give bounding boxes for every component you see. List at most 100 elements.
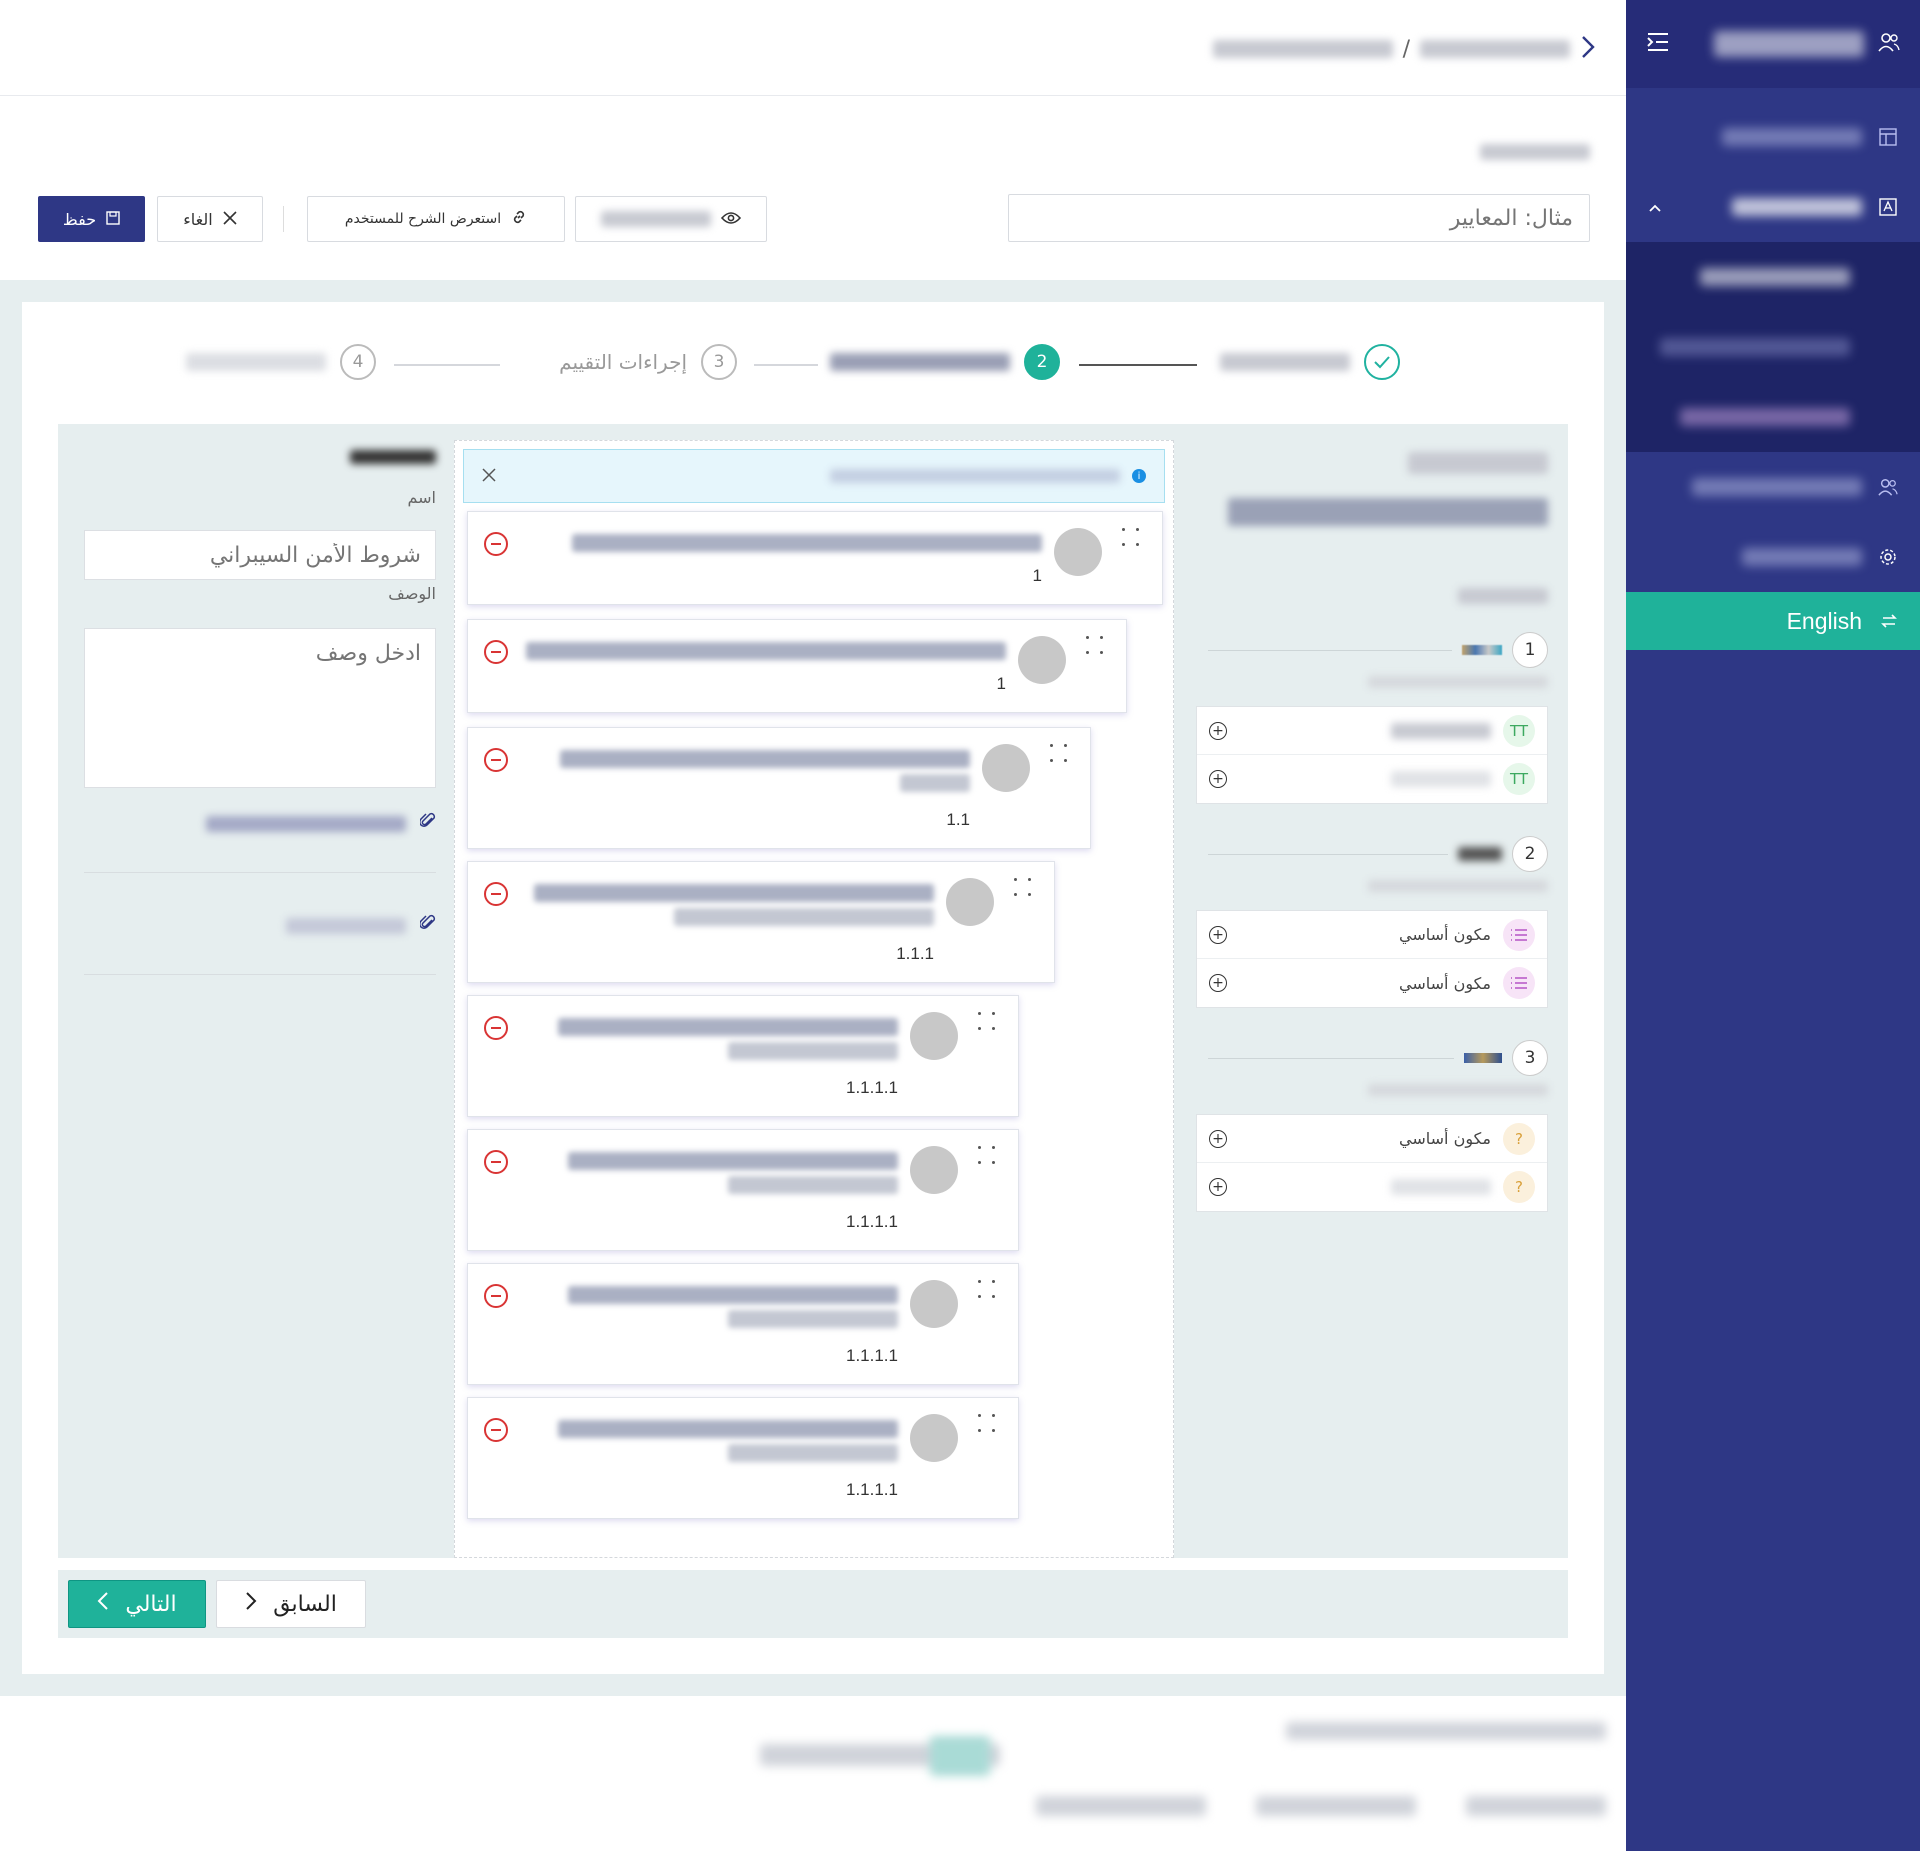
sidebar-item-users[interactable] xyxy=(1626,452,1920,522)
group-2-label xyxy=(1458,847,1502,861)
sidebar-item-dashboard[interactable] xyxy=(1626,102,1920,172)
add-icon[interactable]: + xyxy=(1209,770,1227,788)
close-icon[interactable] xyxy=(482,467,496,486)
palette-item[interactable]: مكون أساسي + xyxy=(1197,959,1547,1007)
sidebar-header xyxy=(1626,0,1920,88)
divider xyxy=(84,974,436,975)
palette-item[interactable]: TT + xyxy=(1197,755,1547,803)
criteria-number: 1.1.1.1 xyxy=(846,1480,898,1499)
group-2-hint xyxy=(1368,880,1548,892)
language-switch[interactable]: English xyxy=(1626,592,1920,650)
remove-icon[interactable] xyxy=(484,882,508,906)
footer-link[interactable] xyxy=(1256,1796,1416,1816)
description-label: الوصف xyxy=(388,584,436,603)
footer-link[interactable] xyxy=(1466,1796,1606,1816)
palette-heading xyxy=(1228,498,1548,526)
criteria-card[interactable]: 1 xyxy=(467,511,1163,605)
drag-handle-icon[interactable] xyxy=(978,1414,998,1438)
breadcrumb: / xyxy=(1212,34,1596,64)
question-type-icon: ? xyxy=(1503,1122,1535,1155)
list-type-icon xyxy=(1503,967,1535,999)
info-notice: i xyxy=(463,449,1165,503)
remove-icon[interactable] xyxy=(484,1016,508,1040)
chevron-right-icon[interactable] xyxy=(1580,34,1596,64)
criteria-card[interactable]: 1.1 xyxy=(467,727,1091,849)
remove-icon[interactable] xyxy=(484,1418,508,1442)
footer-link[interactable] xyxy=(1036,1796,1206,1816)
criteria-card-subtitle xyxy=(728,1176,898,1194)
next-button[interactable]: التالي xyxy=(68,1580,206,1628)
drag-handle-icon[interactable] xyxy=(1014,878,1034,902)
add-icon[interactable]: + xyxy=(1209,925,1227,944)
drag-handle-icon[interactable] xyxy=(1122,528,1142,552)
attachment-link-2[interactable] xyxy=(84,914,436,937)
drag-handle-icon[interactable] xyxy=(978,1280,998,1304)
save-button[interactable]: حفظ xyxy=(38,196,145,242)
step-1[interactable] xyxy=(1220,344,1400,380)
step-3[interactable]: 3 إجراءات التقييم xyxy=(559,344,737,380)
sidebar-item-forms[interactable] xyxy=(1626,172,1920,242)
sidebar-item-settings[interactable] xyxy=(1626,522,1920,592)
add-icon[interactable]: + xyxy=(1209,1178,1227,1196)
wizard-navigation: التالي السابق xyxy=(58,1570,1568,1638)
sidebar-subitem[interactable] xyxy=(1626,382,1920,452)
add-icon[interactable]: + xyxy=(1209,1129,1227,1148)
palette-group-3: 3 xyxy=(1208,1040,1548,1076)
criteria-card-title xyxy=(568,1286,898,1304)
remove-icon[interactable] xyxy=(484,640,508,664)
save-icon xyxy=(106,210,120,229)
add-icon[interactable]: + xyxy=(1209,721,1227,740)
preview-user-explanation-button[interactable]: استعرض الشرح للمستخدم xyxy=(307,196,565,242)
palette-item[interactable]: ? + xyxy=(1197,1163,1547,1211)
collapse-menu-icon[interactable] xyxy=(1646,32,1670,56)
criteria-card-title xyxy=(526,642,1006,660)
remove-icon[interactable] xyxy=(484,748,508,772)
preview-button[interactable] xyxy=(575,196,767,242)
criteria-card[interactable]: 1.1.1.1 xyxy=(467,1263,1019,1385)
palette-item[interactable]: TT + xyxy=(1197,707,1547,755)
criteria-card-title xyxy=(572,534,1042,552)
users-icon xyxy=(1878,32,1900,56)
drag-handle-icon[interactable] xyxy=(978,1012,998,1036)
criteria-card[interactable]: 1.1.1.1 xyxy=(467,1129,1019,1251)
palette-item[interactable]: مكون أساسي + xyxy=(1197,911,1547,959)
element-name-input[interactable] xyxy=(84,530,436,580)
remove-icon[interactable] xyxy=(484,1150,508,1174)
criteria-card[interactable]: 1.1.1.1 xyxy=(467,995,1019,1117)
step-3-label: إجراءات التقييم xyxy=(559,350,687,374)
group-number: 2 xyxy=(1512,836,1548,872)
footer xyxy=(0,1696,1626,1851)
element-description-input[interactable] xyxy=(84,628,436,788)
criteria-card[interactable]: 1.1.1 xyxy=(467,861,1055,983)
criteria-number: 1.1 xyxy=(946,810,970,829)
breadcrumb-item-parent[interactable] xyxy=(1420,40,1570,58)
attachment-link-1[interactable] xyxy=(84,812,436,835)
components-palette: 1 TT + TT + 2 مكون أساسي + مكون أساسي + … xyxy=(1188,424,1568,1558)
check-icon xyxy=(1364,344,1400,380)
remove-icon[interactable] xyxy=(484,1284,508,1308)
list-type-icon xyxy=(1503,918,1535,951)
drag-handle-icon[interactable] xyxy=(1086,636,1106,660)
drag-handle-icon[interactable] xyxy=(978,1146,998,1170)
cancel-button[interactable]: الغاء xyxy=(157,196,263,242)
group-divider xyxy=(1208,853,1448,855)
step-2[interactable]: 2 xyxy=(830,344,1060,380)
drag-handle-icon[interactable] xyxy=(1050,744,1070,768)
add-icon[interactable]: + xyxy=(1209,974,1227,992)
palette-item[interactable]: ? مكون أساسي + xyxy=(1197,1115,1547,1163)
criteria-card[interactable]: 1.1.1.1 xyxy=(467,1397,1019,1519)
criteria-number: 1 xyxy=(996,674,1006,693)
sidebar-subitem[interactable] xyxy=(1626,312,1920,382)
avatar xyxy=(982,744,1030,792)
element-properties-panel: اسم الوصف xyxy=(58,424,438,1558)
group-3-label xyxy=(1464,1053,1502,1063)
template-name-input[interactable] xyxy=(1008,194,1590,242)
step-4[interactable]: 4 xyxy=(186,344,376,380)
remove-icon[interactable] xyxy=(484,532,508,556)
sidebar-subitem[interactable] xyxy=(1626,242,1920,312)
criteria-card[interactable]: 1 xyxy=(467,619,1127,713)
previous-button[interactable]: السابق xyxy=(216,1580,366,1628)
avatar xyxy=(910,1414,958,1462)
palette-item-label xyxy=(1391,722,1491,739)
language-switch-label: English xyxy=(1786,607,1862,634)
